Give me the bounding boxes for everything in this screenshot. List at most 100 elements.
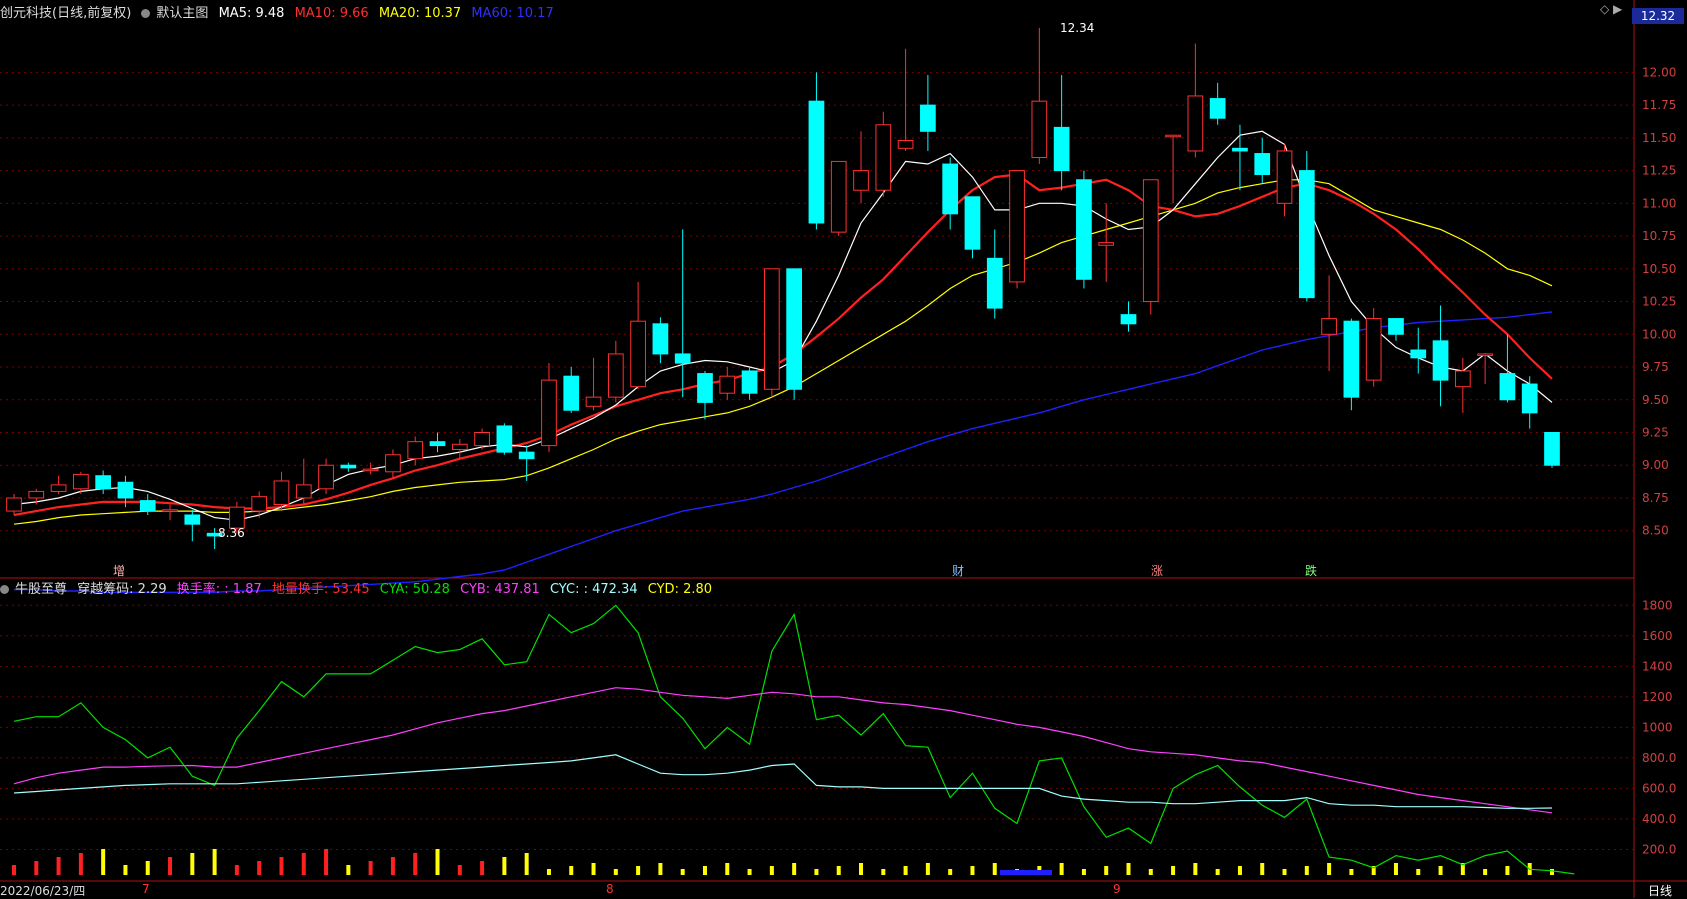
candle-body xyxy=(1120,314,1137,325)
candle-body xyxy=(1477,353,1493,356)
volume-bar xyxy=(613,869,618,875)
indicator-tick-label: 400.0 xyxy=(1642,812,1676,826)
dlhs-value: 地量换手: 53.45 xyxy=(271,582,370,597)
candle-body xyxy=(184,514,201,525)
volume-bar xyxy=(636,866,641,875)
candle-body xyxy=(1254,153,1271,176)
candle-body xyxy=(1276,150,1293,204)
candle-body xyxy=(942,163,959,215)
candle-body xyxy=(50,484,67,492)
volume-bar xyxy=(903,866,908,875)
candle-body xyxy=(229,506,245,529)
candle-body xyxy=(1499,373,1516,401)
candle-body xyxy=(496,425,513,453)
volume-bar xyxy=(1416,869,1421,875)
volume-bar xyxy=(56,857,61,875)
candle-body xyxy=(585,396,602,407)
cyc-line xyxy=(13,754,1553,809)
month-8: 8 xyxy=(606,882,614,896)
event-tag-die[interactable]: 跌 xyxy=(1305,562,1317,579)
event-tag-zhang[interactable]: 涨 xyxy=(1151,562,1163,579)
chart-canvas: 12.00 11.75 11.50 11.25 11.00 10.75 10.50 10.25… xyxy=(0,0,1687,898)
candle-body xyxy=(808,100,825,224)
candle-body xyxy=(1053,126,1070,172)
volume-bar xyxy=(859,863,864,875)
month-7: 7 xyxy=(142,882,150,896)
ma10-line xyxy=(13,173,1553,517)
candle-body xyxy=(786,268,803,390)
candle-body xyxy=(897,139,914,149)
volume-bar xyxy=(1193,863,1198,875)
volume-bar xyxy=(324,849,329,875)
event-tag-zeng[interactable]: 增 xyxy=(113,562,125,579)
volume-bar xyxy=(1104,866,1109,875)
volume-bar xyxy=(502,857,507,875)
candle-body xyxy=(1031,100,1048,158)
candle-body xyxy=(318,464,334,490)
volume-bar xyxy=(792,863,797,875)
volume-bar xyxy=(346,865,351,875)
candle-body xyxy=(697,373,713,403)
volume-bar xyxy=(1393,863,1398,875)
sub-label[interactable]: 牛股至尊 xyxy=(15,582,67,597)
candle-body xyxy=(1432,340,1449,381)
candle-body xyxy=(1454,370,1471,388)
period-button[interactable]: 日线 xyxy=(1648,882,1672,899)
cya-line xyxy=(13,604,1575,875)
volume-bar xyxy=(435,849,440,875)
marker-band xyxy=(1000,870,1052,875)
price-tick-label: 11.00 xyxy=(1642,196,1676,210)
volume-bar xyxy=(1237,866,1242,875)
indicator-tick-label: 200.0 xyxy=(1642,842,1676,856)
volume-bar xyxy=(1505,866,1510,875)
candle-body xyxy=(1544,432,1560,466)
volume-bar xyxy=(725,863,730,875)
indicator-lines xyxy=(13,604,1575,875)
candle-body xyxy=(964,196,981,250)
stock-title[interactable]: 创元科技(日线,前复权) xyxy=(0,6,131,21)
candle-body xyxy=(273,480,290,506)
sub-header: 牛股至尊 穿越筹码: 2.29 换手率: : 1.87 地量换手: 53.45 … xyxy=(0,578,718,597)
diamond-icon[interactable]: ◇ ▶ xyxy=(1600,2,1622,16)
volume-bar xyxy=(948,869,953,875)
candle-body xyxy=(741,370,758,394)
candle-body xyxy=(251,496,268,512)
price-tick-label: 11.50 xyxy=(1642,131,1676,145)
volume-bar xyxy=(413,853,418,875)
candle-body xyxy=(117,481,134,499)
candlesticks xyxy=(6,27,1560,550)
price-tick-label: 9.00 xyxy=(1642,458,1669,472)
ma60-line xyxy=(14,311,1553,593)
settings-dot-icon[interactable] xyxy=(141,9,151,18)
price-tick-label: 9.50 xyxy=(1642,393,1669,407)
candle-body xyxy=(518,451,535,460)
main-label[interactable]: 默认主图 xyxy=(156,6,208,21)
settings-dot-icon[interactable] xyxy=(0,585,9,594)
candle-body xyxy=(1209,98,1226,119)
candle-body xyxy=(630,320,646,388)
date-label: 2022/06/23/四 xyxy=(0,882,92,899)
volume-bar xyxy=(747,869,752,875)
volume-bar xyxy=(168,857,173,875)
volume-bar xyxy=(368,861,373,875)
ma5-value: MA5: 9.48 xyxy=(218,6,285,21)
candle-body xyxy=(719,375,736,394)
candle-body xyxy=(1076,179,1092,280)
candle-body xyxy=(541,379,557,447)
volume-bar xyxy=(680,869,685,875)
low-annotation: 8.36 xyxy=(218,526,245,540)
volume-bar xyxy=(1059,863,1064,875)
volume-bar xyxy=(925,863,930,875)
candle-body xyxy=(407,441,424,460)
candle-body xyxy=(1232,147,1248,152)
candle-body xyxy=(340,464,357,469)
volume-bar xyxy=(702,866,707,875)
volume-bar xyxy=(145,861,150,875)
volume-bar xyxy=(591,863,596,875)
volume-bar xyxy=(1081,869,1086,875)
indicator-tick-label: 600.0 xyxy=(1642,781,1676,795)
event-tag-cai[interactable]: 财 xyxy=(952,562,964,579)
indicator-tick-label: 800.0 xyxy=(1642,751,1676,765)
high-annotation: 12.34 xyxy=(1060,21,1095,35)
cya-value: CYA: 50.28 xyxy=(379,582,450,597)
